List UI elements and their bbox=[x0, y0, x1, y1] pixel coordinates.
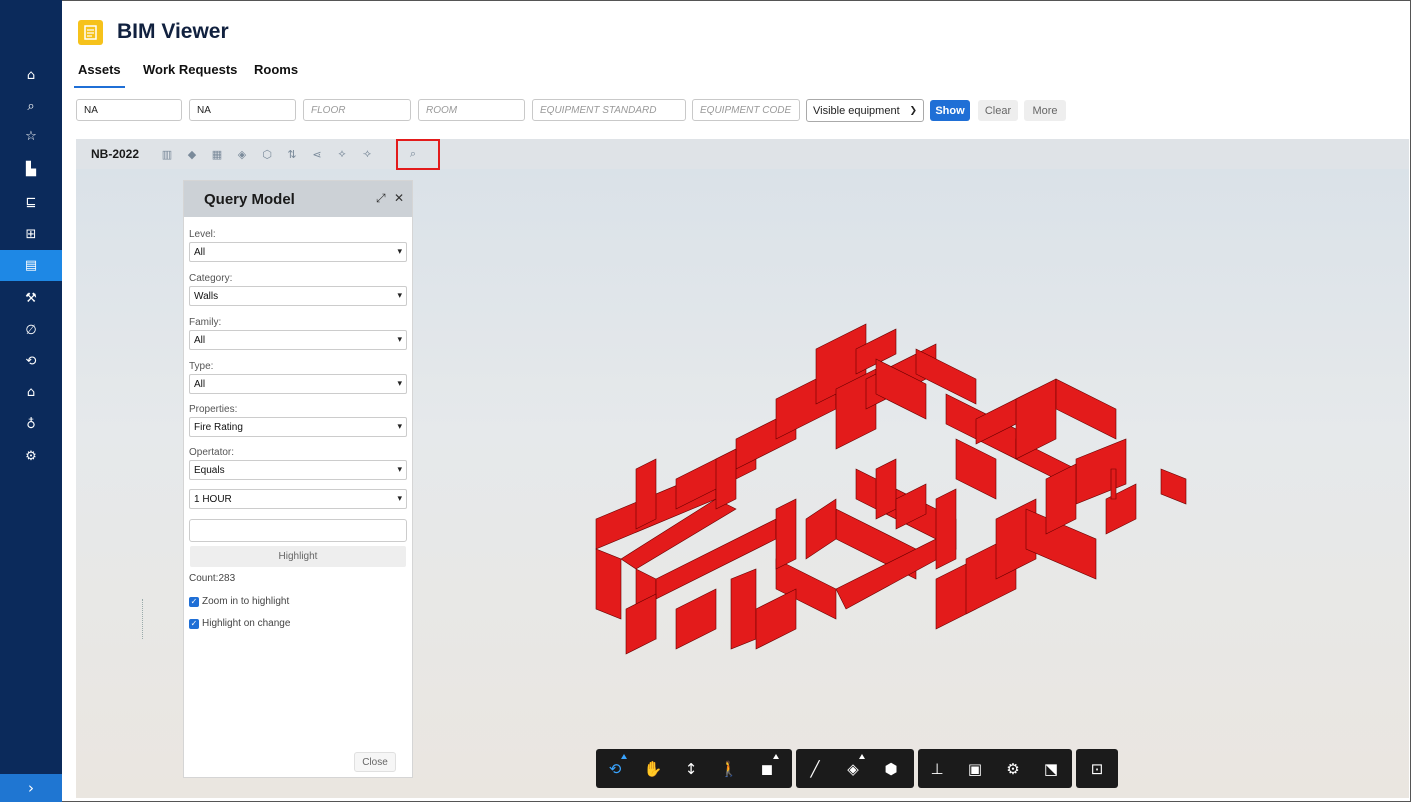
highlight-button[interactable]: Highlight bbox=[190, 546, 406, 567]
chevron-down-icon: ▾ bbox=[397, 422, 402, 432]
leaf-icon[interactable]: ∅ bbox=[0, 315, 62, 346]
visibility-select-value: Visible equipment bbox=[813, 104, 900, 117]
building-field[interactable] bbox=[76, 99, 182, 121]
bulb-icon[interactable]: ♁ bbox=[0, 409, 62, 440]
buildings-icon[interactable]: ▙ bbox=[0, 154, 62, 185]
result-count: Count:283 bbox=[189, 573, 236, 584]
checkbox-checked-icon[interactable]: ✓ bbox=[189, 596, 199, 607]
page-title: BIM Viewer bbox=[117, 20, 229, 43]
tab-assets[interactable]: Assets bbox=[74, 62, 125, 88]
chevron-down-icon: ▾ bbox=[397, 494, 402, 504]
settings-toolbar-group: ⊥ ▣ ⚙ ⬔ bbox=[918, 749, 1072, 788]
navigation-toolbar-group: ⟲ ✋ ↕ 🚶 ◼ bbox=[596, 749, 792, 788]
level-value: All bbox=[194, 246, 206, 258]
operator-label: Opertator: bbox=[189, 447, 235, 458]
viewcube-toolbar-group: ⊡ bbox=[1076, 749, 1118, 788]
equipment-code-field[interactable] bbox=[692, 99, 800, 121]
room-field[interactable] bbox=[418, 99, 525, 121]
chevron-down-icon: ▾ bbox=[397, 291, 402, 301]
type-select[interactable]: All ▾ bbox=[189, 374, 407, 394]
chevron-down-icon: ▾ bbox=[397, 465, 402, 475]
zoom-checkbox-row[interactable]: ✓ Zoom in to highlight bbox=[189, 596, 289, 607]
show-button[interactable]: Show bbox=[930, 100, 970, 121]
visibility-select[interactable]: Visible equipment ❯ bbox=[806, 99, 924, 122]
close-button[interactable]: Close bbox=[354, 752, 396, 772]
value-select-value: 1 HOUR bbox=[194, 493, 232, 505]
highlighted-walls bbox=[595, 323, 1187, 655]
app-logo-icon bbox=[78, 20, 103, 45]
level-label: Level: bbox=[189, 229, 216, 240]
wrench-icon[interactable]: ⚒ bbox=[0, 283, 62, 314]
properties-label: Properties: bbox=[189, 404, 238, 415]
dolly-icon[interactable]: ↕ bbox=[676, 749, 706, 788]
properties-value: Fire Rating bbox=[194, 421, 243, 433]
floor-field[interactable] bbox=[303, 99, 411, 121]
family-select[interactable]: All ▾ bbox=[189, 330, 407, 350]
star-icon[interactable]: ☆ bbox=[0, 121, 62, 152]
expand-icon[interactable]: ⤢ bbox=[376, 191, 386, 206]
floorplan-icon[interactable]: ⊞ bbox=[0, 219, 62, 250]
home-icon[interactable]: ⌂ bbox=[0, 60, 62, 91]
query-text-input[interactable] bbox=[189, 519, 407, 542]
clear-button[interactable]: Clear bbox=[978, 100, 1018, 121]
equipment-standard-field[interactable] bbox=[532, 99, 686, 121]
badge-icon[interactable]: ⌂ bbox=[0, 377, 62, 408]
view-cube-icon[interactable]: ⊡ bbox=[1082, 749, 1112, 788]
chevron-down-icon: ▾ bbox=[397, 335, 402, 345]
panel-header: Query Model ⤢ ✕ bbox=[184, 181, 412, 217]
zoom-checkbox-label: Zoom in to highlight bbox=[202, 596, 290, 607]
value-select[interactable]: 1 HOUR ▾ bbox=[189, 489, 407, 509]
sidebar: ⌂ ⌕ ☆ ▙ ⊑ ⊞ ▤ ⚒ ∅ ⟲ ⌂ ♁ ⚙ › bbox=[0, 0, 62, 802]
family-label: Family: bbox=[189, 317, 222, 328]
measure-icon[interactable]: ╱ bbox=[800, 749, 830, 788]
explode-icon[interactable]: ⬢ bbox=[876, 749, 906, 788]
site-field[interactable] bbox=[189, 99, 296, 121]
category-select[interactable]: Walls ▾ bbox=[189, 286, 407, 306]
chevron-down-icon: ▾ bbox=[397, 247, 402, 257]
type-value: All bbox=[194, 378, 206, 390]
gear-icon[interactable]: ⚙ bbox=[0, 441, 62, 472]
settings-icon[interactable]: ⚙ bbox=[998, 749, 1028, 788]
chevron-down-icon: ❯ bbox=[909, 105, 917, 116]
query-model-panel: Query Model ⤢ ✕ Level: All ▾ Category: Wa… bbox=[183, 180, 413, 778]
panel-title: Query Model bbox=[204, 191, 295, 208]
section-box-icon[interactable]: ◈ bbox=[838, 749, 868, 788]
tab-rooms[interactable]: Rooms bbox=[254, 62, 298, 77]
highlight-change-checkbox-row[interactable]: ✓ Highlight on change bbox=[189, 618, 290, 629]
sync-icon[interactable]: ⟲ bbox=[0, 346, 62, 377]
checkbox-checked-icon[interactable]: ✓ bbox=[189, 618, 199, 629]
orbit-icon[interactable]: ⟲ bbox=[600, 749, 630, 788]
fullscreen-icon[interactable]: ⬔ bbox=[1036, 749, 1066, 788]
family-value: All bbox=[194, 334, 206, 346]
more-button[interactable]: More bbox=[1024, 100, 1066, 121]
level-select[interactable]: All ▾ bbox=[189, 242, 407, 262]
tools-toolbar-group: ╱ ◈ ⬢ bbox=[796, 749, 914, 788]
hierarchy-icon[interactable]: ⊑ bbox=[0, 187, 62, 218]
properties-select[interactable]: Fire Rating ▾ bbox=[189, 417, 407, 437]
bim-icon[interactable]: ▤ bbox=[0, 250, 62, 281]
sidebar-expand-button[interactable]: › bbox=[0, 774, 62, 802]
pan-icon[interactable]: ✋ bbox=[638, 749, 668, 788]
operator-select[interactable]: Equals ▾ bbox=[189, 460, 407, 480]
type-label: Type: bbox=[189, 361, 214, 372]
chevron-down-icon: ▾ bbox=[397, 379, 402, 389]
search-icon[interactable]: ⌕ bbox=[0, 91, 62, 122]
tab-work-requests[interactable]: Work Requests bbox=[143, 62, 237, 77]
operator-value: Equals bbox=[194, 464, 225, 476]
close-icon[interactable]: ✕ bbox=[394, 191, 404, 205]
category-value: Walls bbox=[194, 290, 219, 302]
highlight-change-checkbox-label: Highlight on change bbox=[202, 618, 291, 629]
walk-icon[interactable]: 🚶 bbox=[714, 749, 744, 788]
model-tree-icon[interactable]: ⊥ bbox=[922, 749, 952, 788]
properties-icon[interactable]: ▣ bbox=[960, 749, 990, 788]
category-label: Category: bbox=[189, 273, 233, 284]
camera-icon[interactable]: ◼ bbox=[752, 749, 782, 788]
